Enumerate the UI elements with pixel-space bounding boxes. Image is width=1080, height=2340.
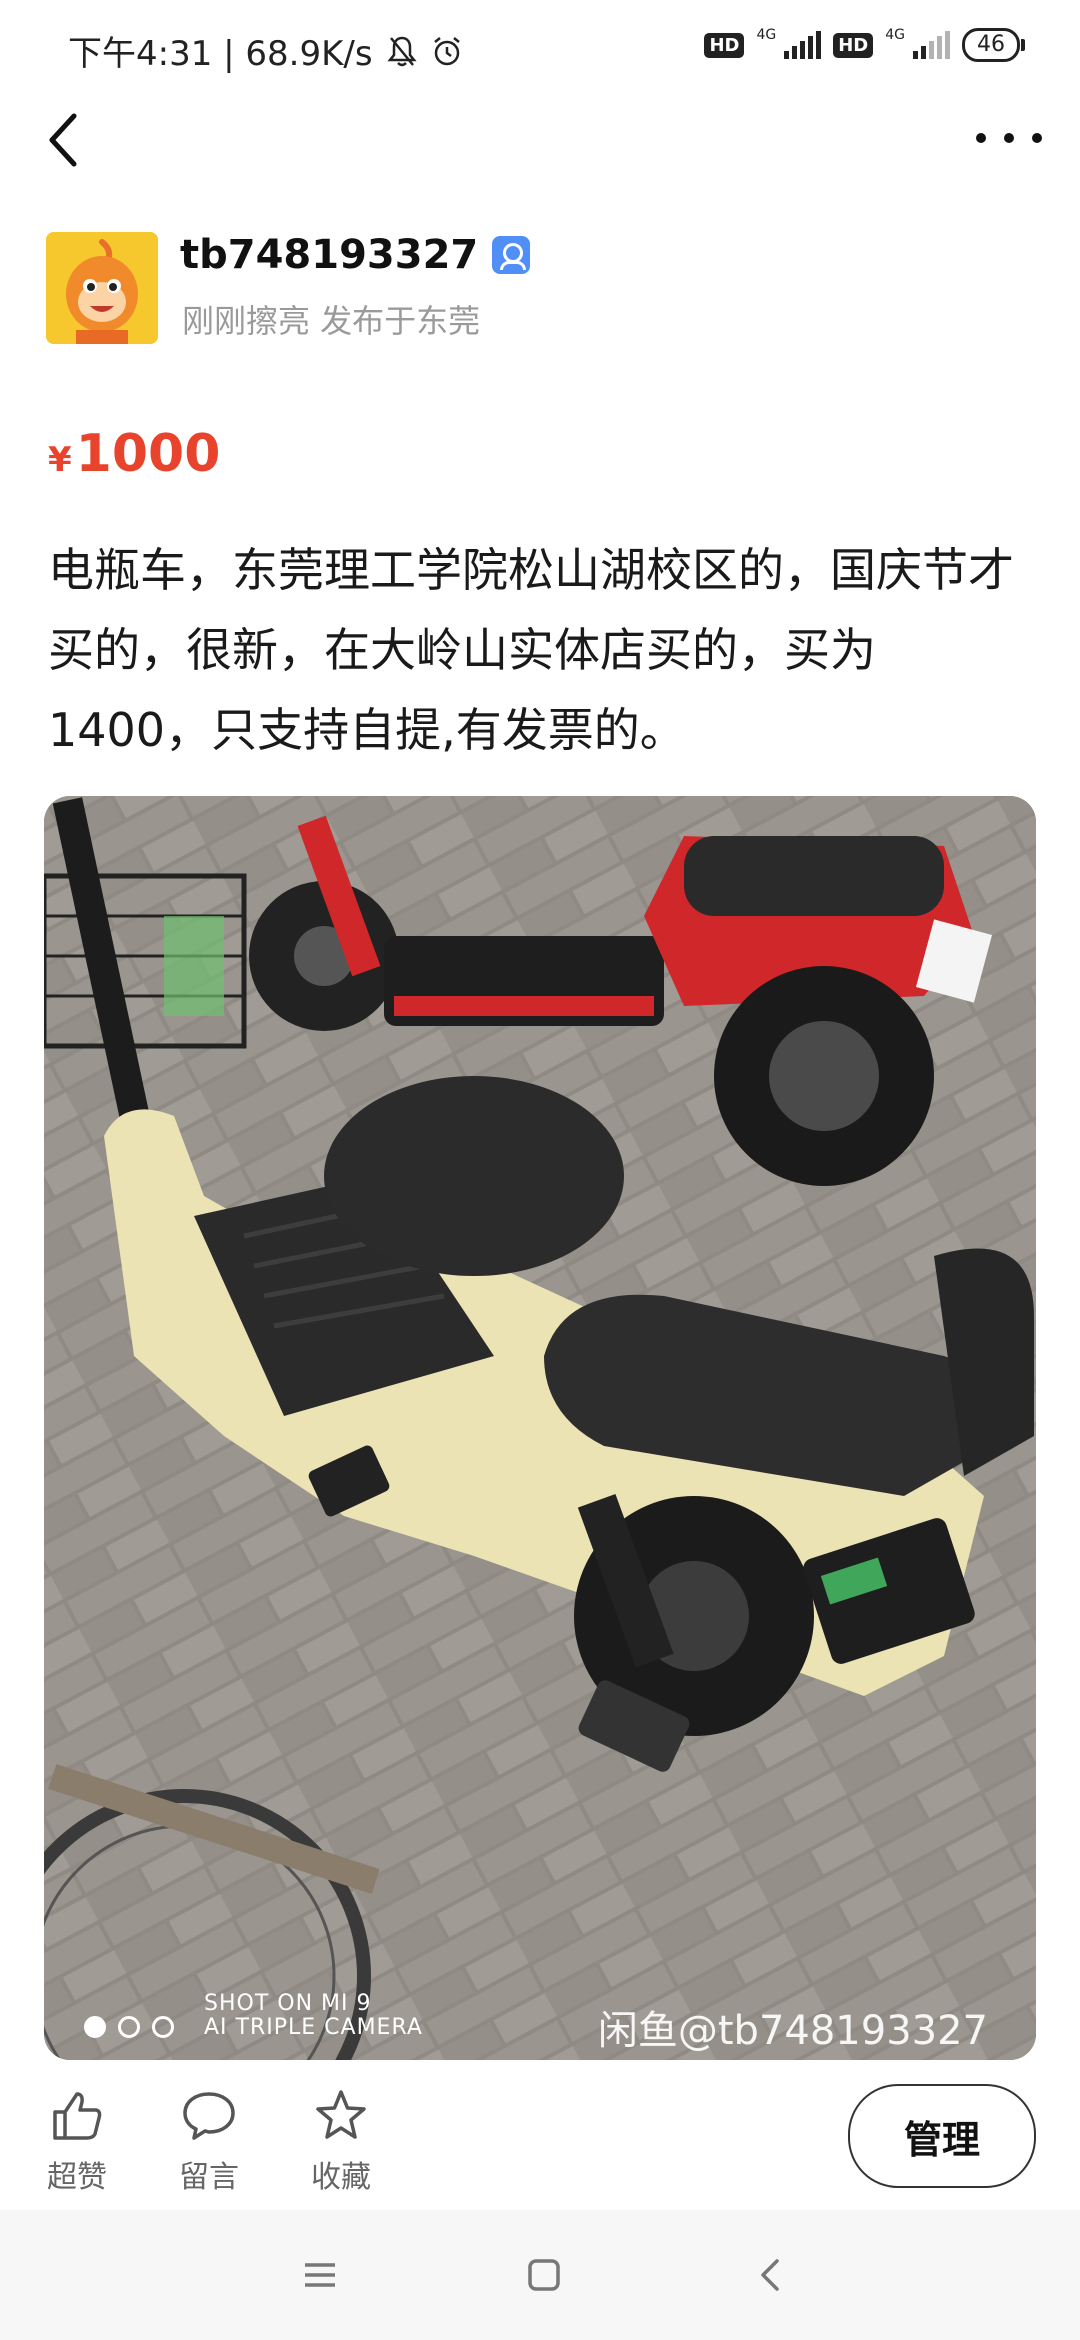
network-type-2: 4G — [885, 27, 905, 43]
more-options-button[interactable] — [976, 120, 1042, 156]
camera-tag-line2: AI TRIPLE CAMERA — [204, 2015, 423, 2040]
system-back-button[interactable] — [740, 2250, 800, 2300]
network-type: 4G — [756, 27, 777, 43]
back-arrow-icon — [761, 2259, 779, 2291]
signal-icon — [784, 31, 822, 59]
status-time-speed: 下午4:31 | 68.9K/s — [68, 34, 373, 74]
like-label: 超赞 — [47, 2160, 107, 2195]
camera-tag: SHOT ON MI 9 AI TRIPLE CAMERA — [204, 1992, 423, 2040]
page-dot — [118, 2016, 140, 2038]
scooter-photo-image — [44, 796, 1036, 2060]
more-dot-icon — [1032, 133, 1042, 143]
hd-badge: HD — [704, 32, 745, 58]
avatar-mascot-image — [46, 232, 158, 344]
listing-photo[interactable]: SHOT ON MI 9 AI TRIPLE CAMERA 闲鱼@tb74819… — [44, 796, 1036, 2060]
more-dot-icon — [1004, 133, 1014, 143]
price: ¥ 1000 — [48, 424, 220, 484]
username-row[interactable]: tb748193327 — [180, 232, 531, 278]
listing-description: 电瓶车，东莞理工学院松山湖校区的，国庆节才买的，很新，在大岭山实体店买的，买为1… — [48, 543, 1014, 757]
more-dot-icon — [976, 133, 986, 143]
action-bar: 超赞 留言 收藏 管理 — [0, 2060, 1080, 2211]
status-bar: 下午4:31 | 68.9K/s HD 4G HD 4G 46 — [0, 0, 1080, 96]
camera-tag-line1: SHOT ON MI 9 — [204, 1991, 372, 2016]
comment-label: 留言 — [179, 2160, 239, 2195]
favorite-button[interactable]: 收藏 — [296, 2088, 386, 2196]
thumbs-up-icon — [53, 2092, 102, 2140]
page-dot — [152, 2016, 174, 2038]
photo-pagination — [84, 2016, 174, 2038]
post-meta: 刚刚擦亮 发布于东莞 — [182, 302, 481, 340]
verified-user-icon — [492, 236, 531, 274]
page-dot-active — [84, 2016, 106, 2038]
recent-apps-button[interactable] — [290, 2250, 350, 2300]
currency-symbol: ¥ — [48, 440, 72, 480]
chevron-left-icon — [49, 113, 77, 167]
hd-badge-2: HD — [833, 32, 874, 58]
alarm-icon — [433, 36, 460, 65]
favorite-label: 收藏 — [311, 2160, 371, 2195]
bell-off-icon — [386, 36, 417, 66]
comment-button[interactable]: 留言 — [164, 2088, 254, 2196]
status-left: 下午4:31 | 68.9K/s — [68, 26, 463, 75]
battery-indicator: 46 — [962, 28, 1025, 62]
like-button[interactable]: 超赞 — [32, 2088, 122, 2196]
status-right: HD 4G HD 4G 46 — [704, 27, 1025, 62]
signal-icon-2 — [913, 31, 950, 59]
menu-icon — [305, 2263, 335, 2287]
home-square-icon — [528, 2259, 560, 2291]
photo-watermark: 闲鱼@tb748193327 — [597, 2008, 988, 2054]
price-value: 1000 — [75, 424, 221, 484]
comment-icon — [183, 2092, 235, 2140]
star-icon — [316, 2090, 366, 2139]
username[interactable]: tb748193327 — [180, 232, 478, 278]
system-nav-bar — [0, 2210, 1080, 2340]
avatar[interactable] — [46, 232, 158, 344]
manage-button[interactable]: 管理 — [848, 2084, 1036, 2188]
home-button[interactable] — [514, 2250, 574, 2300]
back-button[interactable] — [44, 108, 84, 172]
